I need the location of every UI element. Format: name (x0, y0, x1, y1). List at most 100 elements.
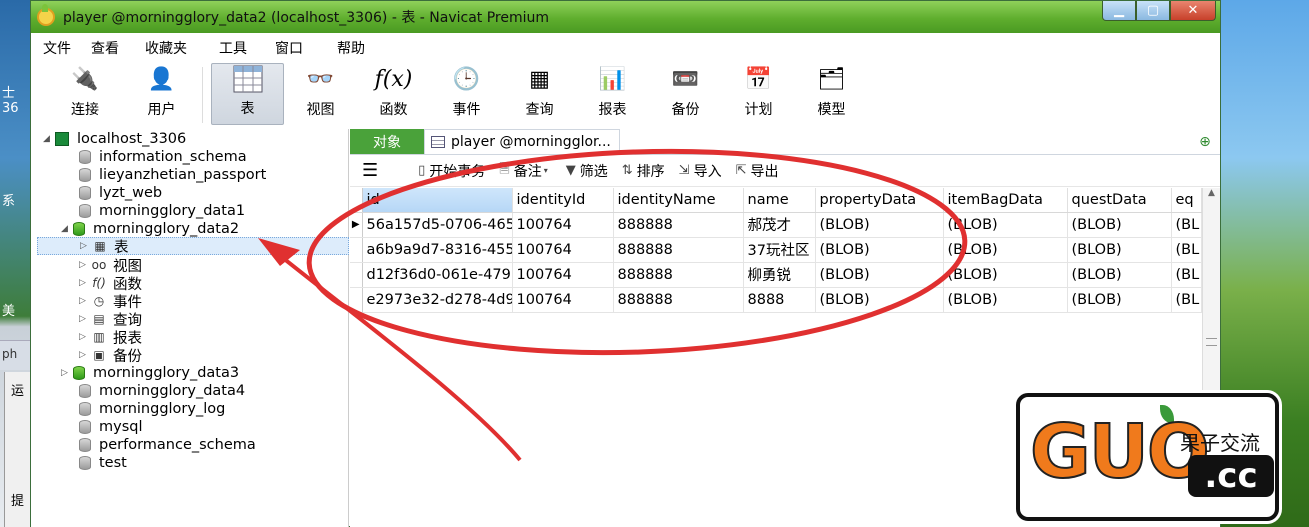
grid-cell[interactable]: (BLOB) (1067, 287, 1172, 313)
column-header[interactable]: eq (1171, 188, 1202, 213)
taskbar-item[interactable]: ph (0, 340, 30, 370)
grid-cell[interactable]: (BL (1171, 212, 1202, 238)
tree-tables-node[interactable]: ▷ ▦ 表 (37, 237, 349, 256)
collapse-arrow-icon[interactable]: ▷ (80, 241, 92, 251)
tree-db-node[interactable]: morningglory_log (79, 400, 225, 418)
grid-cell[interactable]: (BLOB) (943, 212, 1068, 238)
scrollbar-grip[interactable] (1206, 338, 1217, 346)
expand-arrow-icon[interactable]: ◢ (61, 224, 73, 234)
grid-cell[interactable]: 100764 (512, 287, 614, 313)
grid-cell[interactable]: 郝茂才 (743, 212, 816, 238)
collapse-arrow-icon[interactable]: ▷ (79, 278, 91, 288)
tree-queries-node[interactable]: ▷ ▤ 查询 (79, 310, 142, 329)
tree-db-node[interactable]: lyzt_web (79, 184, 162, 202)
grid-cell[interactable]: 100764 (512, 212, 614, 238)
tree-db-node[interactable]: ▷ morningglory_data3 (61, 364, 239, 382)
tree-open-db-node[interactable]: ◢ morningglory_data2 (61, 220, 239, 238)
scroll-up-icon[interactable]: ▲ (1203, 188, 1220, 206)
table-button[interactable]: 表 (211, 63, 284, 125)
grid-cell[interactable]: 888888 (613, 212, 744, 238)
menu-file[interactable]: 文件 (43, 38, 91, 58)
column-header[interactable]: itemBagData (943, 188, 1068, 213)
export-button[interactable]: ⇱ 导出 (736, 161, 779, 181)
tree-views-node[interactable]: ▷ oo 视图 (79, 256, 142, 275)
grid-cell[interactable]: (BLOB) (815, 262, 944, 288)
event-button[interactable]: 🕒 事件 (430, 63, 503, 125)
note-button[interactable]: 🗎 备注 ▾ (499, 160, 551, 182)
grid-cell[interactable]: a6b9a9d7-8316-455 (362, 237, 513, 263)
grid-cell[interactable]: (BLOB) (1067, 262, 1172, 288)
grid-cell[interactable]: 柳勇锐 (743, 262, 816, 288)
maximize-button[interactable]: ▢ (1136, 1, 1170, 21)
grid-cell[interactable]: d12f36d0-061e-479 (362, 262, 513, 288)
column-header[interactable]: identityId (512, 188, 614, 213)
grid-cell[interactable]: 56a157d5-0706-465 (362, 212, 513, 238)
column-header[interactable]: identityName (613, 188, 744, 213)
menu-window[interactable]: 窗口 (275, 38, 337, 58)
collapse-arrow-icon[interactable]: ▷ (79, 260, 91, 270)
minimize-button[interactable]: ▁ (1102, 1, 1136, 21)
column-header[interactable]: id (362, 188, 513, 213)
tree-db-node[interactable]: information_schema (79, 148, 247, 166)
tree-db-node[interactable]: lieyanzhetian_passport (79, 166, 266, 184)
table-row[interactable]: ▶ 56a157d5-0706-465 100764 888888 郝茂才 (B… (350, 212, 1202, 238)
tree-db-node[interactable]: mysql (79, 418, 143, 436)
column-header[interactable]: name (743, 188, 816, 213)
collapse-arrow-icon[interactable]: ▷ (61, 368, 73, 378)
collapse-arrow-icon[interactable]: ▷ (79, 332, 91, 342)
table-row[interactable]: e2973e32-d278-4d9 100764 888888 8888 (BL… (350, 287, 1202, 313)
title-bar[interactable]: player @morningglory_data2 (localhost_33… (31, 1, 1220, 33)
tree-db-node[interactable]: morningglory_data1 (79, 202, 245, 220)
grid-cell[interactable]: 37玩社区 (743, 237, 816, 263)
menu-tools[interactable]: 工具 (219, 38, 275, 58)
import-button[interactable]: ⇲ 导入 (679, 161, 722, 181)
grid-cell[interactable]: (BLOB) (943, 287, 1068, 313)
tree-functions-node[interactable]: ▷ f() 函数 (79, 274, 142, 293)
tab-player-table[interactable]: player @morningglor... (424, 129, 620, 154)
view-button[interactable]: 👓 视图 (284, 63, 357, 125)
begin-transaction-button[interactable]: ▯ 开始事务 (418, 161, 485, 181)
grid-cell[interactable]: (BL (1171, 287, 1202, 313)
grid-cell[interactable]: (BLOB) (943, 237, 1068, 263)
collapse-arrow-icon[interactable]: ▷ (79, 296, 91, 306)
menu-favorites[interactable]: 收藏夹 (145, 38, 219, 58)
tree-db-node[interactable]: performance_schema (79, 436, 256, 454)
user-button[interactable]: 👤 用户 (125, 63, 198, 125)
column-header[interactable]: propertyData (815, 188, 944, 213)
tab-objects[interactable]: 对象 (350, 129, 424, 154)
table-row[interactable]: a6b9a9d7-8316-455 100764 888888 37玩社区 (B… (350, 237, 1202, 263)
close-button[interactable]: ✕ (1170, 1, 1216, 21)
grid-cell[interactable]: (BLOB) (943, 262, 1068, 288)
tree-events-node[interactable]: ▷ ◷ 事件 (79, 292, 142, 311)
collapse-arrow-icon[interactable]: ▷ (79, 350, 91, 360)
grid-cell[interactable]: (BLOB) (815, 287, 944, 313)
tree-reports-node[interactable]: ▷ ▥ 报表 (79, 328, 142, 347)
grid-cell[interactable]: 888888 (613, 287, 744, 313)
grid-cell[interactable]: 100764 (512, 237, 614, 263)
column-header[interactable]: questData (1067, 188, 1172, 213)
connect-button[interactable]: 🔌 连接 (45, 63, 125, 125)
grid-cell[interactable]: (BLOB) (1067, 237, 1172, 263)
expand-arrow-icon[interactable]: ◢ (43, 134, 55, 144)
model-button[interactable]: 🗂 模型 (795, 63, 868, 125)
schedule-button[interactable]: 📅 计划 (722, 63, 795, 125)
grid-cell[interactable]: e2973e32-d278-4d9 (362, 287, 513, 313)
menu-help[interactable]: 帮助 (337, 38, 385, 58)
backup-button[interactable]: 📼 备份 (649, 63, 722, 125)
menu-view[interactable]: 查看 (91, 38, 145, 58)
tree-db-node[interactable]: morningglory_data4 (79, 382, 245, 400)
table-row[interactable]: d12f36d0-061e-479 100764 888888 柳勇锐 (BLO… (350, 262, 1202, 288)
query-button[interactable]: ▦ 查询 (503, 63, 576, 125)
grid-cell[interactable]: (BLOB) (815, 212, 944, 238)
report-button[interactable]: 📊 报表 (576, 63, 649, 125)
grid-cell[interactable]: 888888 (613, 262, 744, 288)
filter-button[interactable]: ▼ 筛选 (566, 161, 608, 181)
grid-cell[interactable]: (BLOB) (1067, 212, 1172, 238)
new-tab-icon[interactable]: ⊕ (1190, 129, 1220, 154)
grid-cell[interactable]: 888888 (613, 237, 744, 263)
tree-server-node[interactable]: ◢ localhost_3306 (43, 130, 186, 148)
grid-cell[interactable]: 8888 (743, 287, 816, 313)
sort-button[interactable]: ⇅ 排序 (622, 161, 665, 181)
function-button[interactable]: f(x) 函数 (357, 63, 430, 125)
hamburger-menu-icon[interactable]: ☰ (362, 160, 378, 181)
